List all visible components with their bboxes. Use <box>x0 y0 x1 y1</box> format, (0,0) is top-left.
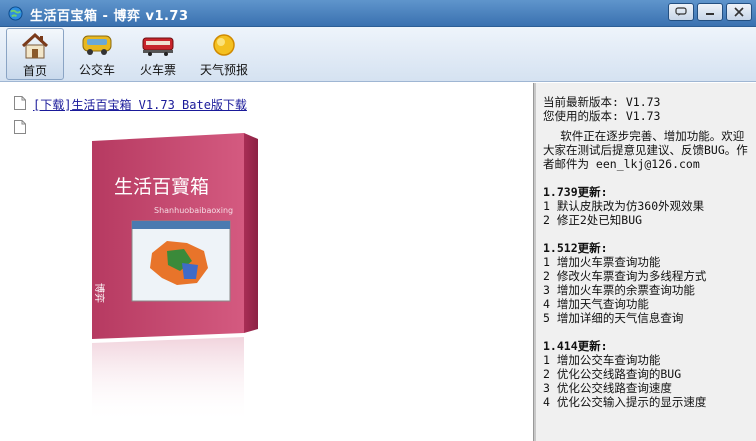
house-icon <box>21 32 49 59</box>
feedback-button[interactable] <box>668 3 694 21</box>
train-icon <box>142 37 174 56</box>
box-side-text: 博弈 <box>93 283 106 303</box>
section-title: 1.414更新: <box>543 339 608 353</box>
chat-icon <box>675 7 687 16</box>
info-pane: 当前最新版本: V1.73 您使用的版本: V1.73 软件正在逐步完善、增加功… <box>536 83 756 441</box>
tab-home-label: 首页 <box>22 64 47 78</box>
list-item: 1 默认皮肤改为仿360外观效果 <box>543 199 705 213</box>
sun-icon <box>213 34 235 56</box>
section-title: 1.512更新: <box>543 241 608 255</box>
close-button[interactable] <box>726 3 752 21</box>
list-item: 3 增加火车票的余票查询功能 <box>543 283 695 297</box>
news-pane: [下载]生活百宝箱 V1.73 Bate版下载 生活百寶箱 Shanhuobai… <box>0 83 533 441</box>
section-title: 1.739更新: <box>543 185 608 199</box>
product-box-image: 生活百寶箱 Shanhuobaibaoxing 博弈 <box>92 133 258 423</box>
tab-weather-label: 天气预报 <box>199 63 248 77</box>
box-title: 生活百寶箱 <box>114 176 209 198</box>
list-item: 2 优化公交线路查询的BUG <box>543 367 682 381</box>
list-item: 5 增加详细的天气信息查询 <box>543 311 684 325</box>
document-icon <box>14 96 26 110</box>
tab-weather[interactable]: 天气预报 <box>192 28 256 80</box>
tab-train[interactable]: 火车票 <box>129 28 187 80</box>
toolbar: 首页 公交车 火车票 天气预报 <box>0 27 756 82</box>
globe-icon <box>8 6 23 21</box>
close-icon <box>734 7 744 17</box>
bus-icon <box>82 35 112 55</box>
tab-train-label: 火车票 <box>139 63 176 77</box>
list-item: 4 增加天气查询功能 <box>543 297 649 311</box>
minimize-button[interactable] <box>697 3 723 21</box>
window-title: 生活百宝箱 - 博弈 v1.73 <box>30 9 189 24</box>
download-link[interactable]: [下载]生活百宝箱 V1.73 Bate版下载 <box>33 96 247 113</box>
list-item: 4 优化公交输入提示的显示速度 <box>543 395 707 409</box>
tab-bus-label: 公交车 <box>78 63 115 77</box>
list-item: 2 修正2处已知BUG <box>543 213 643 227</box>
box-subtitle: Shanhuobaibaoxing <box>154 206 233 215</box>
title-bar[interactable]: 生活百宝箱 - 博弈 v1.73 <box>0 0 756 27</box>
your-version: 您使用的版本: V1.73 <box>543 109 661 123</box>
tab-bus[interactable]: 公交车 <box>68 28 126 80</box>
minimize-icon <box>706 13 714 15</box>
list-item: 1 增加公交车查询功能 <box>543 353 661 367</box>
list-item: 3 优化公交线路查询速度 <box>543 381 672 395</box>
tab-home[interactable]: 首页 <box>6 28 64 80</box>
list-item: 2 修改火车票查询为多线程方式 <box>543 269 707 283</box>
list-item: 1 增加火车票查询功能 <box>543 255 661 269</box>
latest-version: 当前最新版本: V1.73 <box>543 95 661 109</box>
intro-text: 软件正在逐步完善、增加功能。欢迎大家在测试后提意见建议、反馈BUG。作者邮件为 … <box>543 129 748 171</box>
document-icon <box>14 120 26 134</box>
